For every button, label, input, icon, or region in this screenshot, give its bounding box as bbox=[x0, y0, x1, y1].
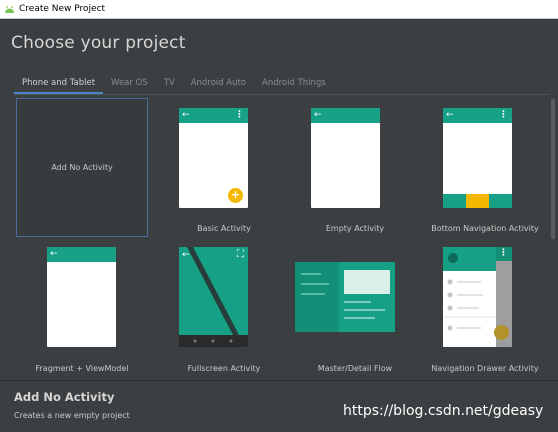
app-bar: ← bbox=[47, 247, 116, 262]
template-label: Basic Activity bbox=[197, 224, 251, 233]
template-empty-activity[interactable]: ← Empty Activity bbox=[289, 98, 421, 237]
template-label: Master/Detail Flow bbox=[317, 364, 393, 373]
phone-preview: ← bbox=[311, 108, 380, 208]
template-add-no-activity[interactable]: Add No Activity bbox=[16, 98, 148, 237]
selected-template-description: Creates a new empty project bbox=[14, 411, 130, 420]
app-bar-dimmed: ⋮ bbox=[496, 247, 512, 261]
template-label: Navigation Drawer Activity bbox=[431, 364, 539, 373]
tab-tv[interactable]: TV bbox=[156, 76, 183, 94]
navigation-drawer bbox=[443, 247, 496, 347]
device-tabs: Phone and Tablet Wear OS TV Android Auto… bbox=[14, 76, 334, 94]
template-label: Fragment + ViewModel bbox=[35, 364, 129, 373]
fullscreen-icon: ⛶ bbox=[237, 249, 244, 260]
scrollbar-thumb[interactable] bbox=[551, 99, 555, 239]
window-titlebar: Create New Project bbox=[0, 0, 558, 19]
back-arrow-icon: ← bbox=[182, 110, 190, 120]
template-fragment-viewmodel[interactable]: ← Fragment + ViewModel bbox=[16, 239, 148, 378]
watermark: https://blog.csdn.net/gdeasy bbox=[343, 403, 544, 419]
tab-wear-os[interactable]: Wear OS bbox=[103, 76, 156, 94]
template-navigation-drawer-activity[interactable]: ⋮ Navigation Drawer Activity bbox=[419, 239, 550, 378]
phone-preview: ← bbox=[47, 247, 116, 347]
tab-android-things[interactable]: Android Things bbox=[254, 76, 334, 94]
fullscreen-diagonal bbox=[179, 247, 248, 347]
selected-template-title: Add No Activity bbox=[14, 390, 115, 404]
template-label: Bottom Navigation Activity bbox=[431, 224, 539, 233]
phone-preview: ← ⛶ bbox=[179, 247, 248, 347]
template-label: Empty Activity bbox=[325, 224, 385, 233]
overflow-menu-icon: ⋮ bbox=[235, 110, 244, 120]
template-bottom-navigation-activity[interactable]: ← ⋮ Bottom Navigation Activity bbox=[419, 98, 550, 237]
page-title: Choose your project bbox=[11, 33, 186, 53]
avatar bbox=[448, 253, 458, 263]
template-grid-scrollbar[interactable] bbox=[550, 97, 556, 380]
tablet-preview bbox=[295, 262, 395, 332]
back-arrow-icon: ← bbox=[446, 110, 454, 120]
app-bar: ← bbox=[311, 108, 380, 123]
android-studio-icon bbox=[5, 5, 14, 13]
overflow-menu-icon: ⋮ bbox=[499, 110, 508, 120]
phone-preview: ← ⋮ + bbox=[179, 108, 248, 208]
app-bar: ← ⋮ bbox=[179, 108, 248, 123]
tab-android-auto[interactable]: Android Auto bbox=[183, 76, 254, 94]
fab-dimmed bbox=[494, 325, 509, 340]
bottom-nav-selected-item bbox=[466, 194, 489, 208]
tabs-divider bbox=[14, 94, 550, 95]
template-details-panel: Add No Activity Creates a new empty proj… bbox=[0, 380, 558, 432]
tab-phone-and-tablet[interactable]: Phone and Tablet bbox=[14, 76, 104, 94]
overflow-menu-icon: ⋮ bbox=[499, 248, 508, 258]
template-basic-activity[interactable]: ← ⋮ + Basic Activity bbox=[158, 98, 290, 237]
back-arrow-icon: ← bbox=[182, 250, 190, 260]
template-master-detail-flow[interactable]: Master/Detail Flow bbox=[289, 239, 421, 378]
template-label: Add No Activity bbox=[51, 163, 113, 172]
window-title: Create New Project bbox=[19, 4, 106, 14]
phone-preview: ← ⋮ bbox=[443, 108, 512, 208]
template-fullscreen-activity[interactable]: ← ⛶ Fullscreen Activity bbox=[158, 239, 290, 378]
template-grid: Add No Activity ← ⋮ + Basic Activity ← E… bbox=[14, 97, 550, 380]
drawer-header bbox=[443, 247, 496, 271]
drawer-menu-items bbox=[443, 279, 496, 331]
template-label: Fullscreen Activity bbox=[187, 364, 261, 373]
phone-preview: ⋮ bbox=[443, 247, 512, 347]
back-arrow-icon: ← bbox=[50, 249, 58, 259]
app-bar: ← ⋮ bbox=[443, 108, 512, 123]
bottom-navigation-bar bbox=[443, 194, 512, 208]
fab-plus-icon: + bbox=[228, 188, 243, 203]
dialog-content: Choose your project Phone and Tablet Wea… bbox=[0, 19, 558, 432]
back-arrow-icon: ← bbox=[314, 110, 322, 120]
